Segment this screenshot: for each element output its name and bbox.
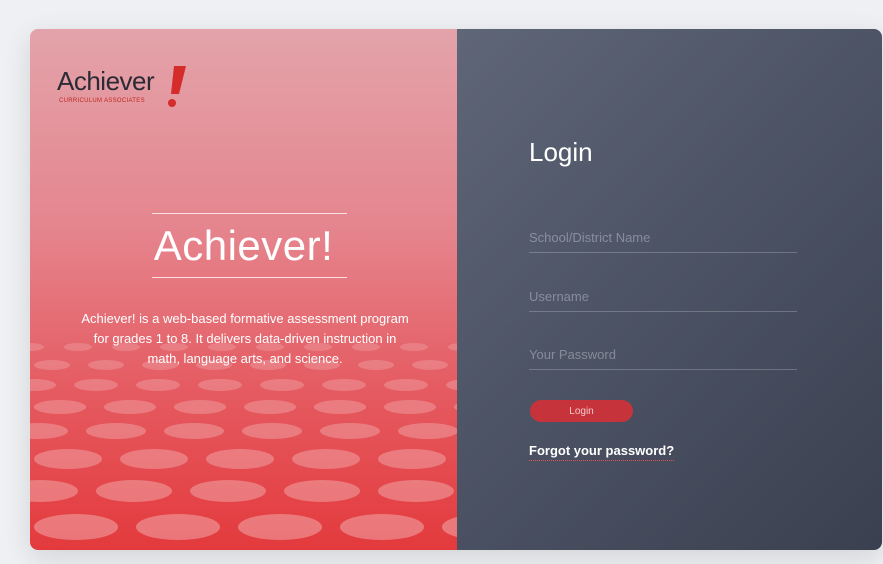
background-dot: [206, 449, 274, 469]
logo-tagline: CURRICULUM ASSOCIATES: [59, 98, 145, 104]
background-dot: [164, 423, 224, 439]
username-input[interactable]: [529, 281, 797, 312]
background-dot: [284, 480, 360, 502]
hero-divider-bottom: [152, 277, 347, 278]
background-dot: [30, 343, 44, 351]
background-dot: [30, 480, 78, 502]
background-dot: [104, 400, 156, 414]
logo-text: Achiever: [57, 66, 155, 96]
hero-description: Achiever! is a web-based formative asses…: [81, 311, 409, 366]
background-dot: [340, 514, 424, 540]
background-dot: [190, 480, 266, 502]
background-dot: [448, 343, 457, 351]
background-dot: [74, 379, 118, 391]
background-dot: [314, 400, 366, 414]
background-dot: [384, 379, 428, 391]
background-dot: [292, 449, 360, 469]
login-card: Achiever CURRICULUM ASSOCIATES Achiever!…: [30, 29, 882, 550]
background-dot: [96, 480, 172, 502]
background-dot: [136, 514, 220, 540]
exclamation-logo-icon: [168, 66, 186, 107]
forgot-password-link[interactable]: Forgot your password?: [529, 443, 675, 461]
background-dot: [244, 400, 296, 414]
background-dot: [412, 360, 448, 370]
background-dot: [378, 449, 446, 469]
brand-panel: Achiever CURRICULUM ASSOCIATES Achiever!…: [30, 29, 457, 550]
background-dot: [384, 400, 436, 414]
school-district-input[interactable]: [529, 222, 797, 253]
background-dot: [398, 423, 457, 439]
background-dot: [30, 423, 68, 439]
background-dot: [86, 423, 146, 439]
achiever-logo: Achiever CURRICULUM ASSOCIATES: [57, 64, 197, 114]
background-dot: [34, 400, 86, 414]
hero-divider-top: [152, 213, 347, 214]
background-dot: [322, 379, 366, 391]
background-dot: [198, 379, 242, 391]
background-dot: [34, 449, 102, 469]
background-dot: [442, 517, 457, 537]
background-dot: [30, 379, 56, 391]
background-dot: [238, 514, 322, 540]
background-dot: [260, 379, 304, 391]
background-dot: [136, 379, 180, 391]
background-dot: [34, 360, 70, 370]
background-dot: [120, 449, 188, 469]
background-dot: [378, 480, 454, 502]
hero-title: Achiever!: [153, 222, 334, 269]
background-dot: [242, 423, 302, 439]
background-dot: [34, 514, 118, 540]
background-dot: [446, 379, 457, 391]
background-dot: [174, 400, 226, 414]
login-button[interactable]: Login: [530, 400, 633, 422]
login-title: Login: [529, 137, 593, 167]
background-dot: [320, 423, 380, 439]
login-panel: Login Login Forgot your password?: [457, 29, 882, 550]
password-input[interactable]: [529, 339, 797, 370]
